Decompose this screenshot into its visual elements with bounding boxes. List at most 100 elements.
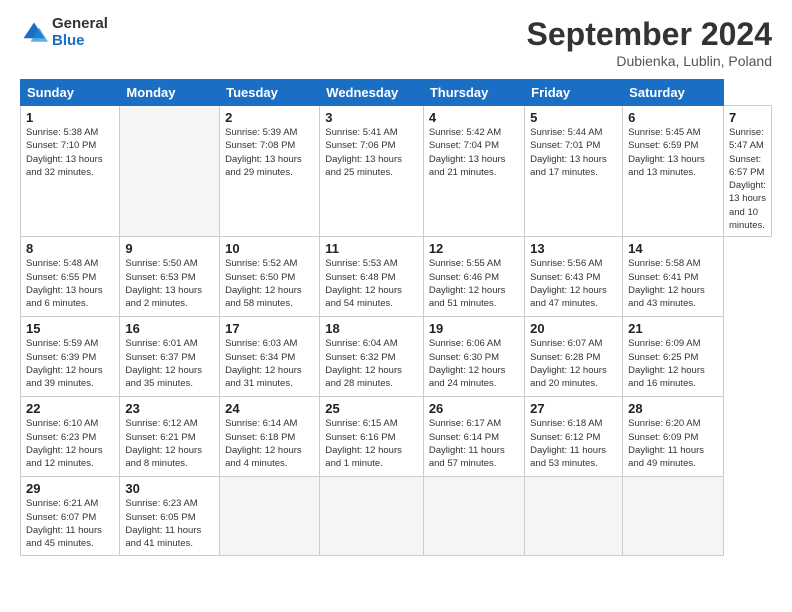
day-number: 2 [225, 110, 314, 125]
location: Dubienka, Lublin, Poland [527, 53, 772, 69]
col-saturday: Saturday [623, 80, 724, 106]
month-title: September 2024 [527, 16, 772, 53]
col-friday: Friday [525, 80, 623, 106]
day-info: Sunrise: 6:04 AM Sunset: 6:32 PM Dayligh… [325, 337, 418, 390]
day-info: Sunrise: 5:55 AM Sunset: 6:46 PM Dayligh… [429, 257, 519, 310]
day-number: 22 [26, 401, 114, 416]
day-number: 29 [26, 481, 114, 496]
day-number: 5 [530, 110, 617, 125]
table-row: 4 Sunrise: 5:42 AM Sunset: 7:04 PM Dayli… [423, 106, 524, 237]
table-row: 21 Sunrise: 6:09 AM Sunset: 6:25 PM Dayl… [623, 317, 724, 397]
logo-icon [20, 19, 48, 47]
day-number: 19 [429, 321, 519, 336]
table-row [220, 477, 320, 555]
day-info: Sunrise: 5:50 AM Sunset: 6:53 PM Dayligh… [125, 257, 214, 310]
table-row: 1Sunrise: 5:38 AMSunset: 7:10 PMDaylight… [21, 106, 120, 237]
calendar: Sunday Monday Tuesday Wednesday Thursday… [20, 79, 772, 556]
day-number: 3 [325, 110, 418, 125]
table-row [320, 477, 424, 555]
col-thursday: Thursday [423, 80, 524, 106]
header-row: Sunday Monday Tuesday Wednesday Thursday… [21, 80, 772, 106]
day-info: Sunrise: 5:41 AM Sunset: 7:06 PM Dayligh… [325, 126, 418, 179]
table-row: 17 Sunrise: 6:03 AM Sunset: 6:34 PM Dayl… [220, 317, 320, 397]
table-row: 2 Sunrise: 5:39 AM Sunset: 7:08 PM Dayli… [220, 106, 320, 237]
day-info: Sunrise: 5:39 AM Sunset: 7:08 PM Dayligh… [225, 126, 314, 179]
day-info: Sunrise: 5:56 AM Sunset: 6:43 PM Dayligh… [530, 257, 617, 310]
col-monday: Monday [120, 80, 220, 106]
day-number: 14 [628, 241, 718, 256]
day-info: Sunrise: 6:14 AM Sunset: 6:18 PM Dayligh… [225, 417, 314, 470]
day-info: Sunrise: 5:44 AM Sunset: 7:01 PM Dayligh… [530, 126, 617, 179]
logo-general: General [52, 16, 108, 33]
table-row: 25 Sunrise: 6:15 AM Sunset: 6:16 PM Dayl… [320, 397, 424, 477]
day-number: 24 [225, 401, 314, 416]
table-row: 10 Sunrise: 5:52 AM Sunset: 6:50 PM Dayl… [220, 237, 320, 317]
table-row: 16 Sunrise: 6:01 AM Sunset: 6:37 PM Dayl… [120, 317, 220, 397]
day-info: Sunrise: 6:10 AM Sunset: 6:23 PM Dayligh… [26, 417, 114, 470]
day-info: Sunrise: 6:20 AM Sunset: 6:09 PM Dayligh… [628, 417, 718, 470]
day-number: 13 [530, 241, 617, 256]
table-row [120, 106, 220, 237]
day-info: Sunrise: 5:52 AM Sunset: 6:50 PM Dayligh… [225, 257, 314, 310]
day-number: 21 [628, 321, 718, 336]
day-number: 9 [125, 241, 214, 256]
table-row: 11 Sunrise: 5:53 AM Sunset: 6:48 PM Dayl… [320, 237, 424, 317]
table-row: 22 Sunrise: 6:10 AM Sunset: 6:23 PM Dayl… [21, 397, 120, 477]
table-row: 13 Sunrise: 5:56 AM Sunset: 6:43 PM Dayl… [525, 237, 623, 317]
table-row [525, 477, 623, 555]
day-number: 27 [530, 401, 617, 416]
day-number: 6 [628, 110, 718, 125]
title-section: September 2024 Dubienka, Lublin, Poland [527, 16, 772, 69]
day-number: 26 [429, 401, 519, 416]
logo: General Blue [20, 16, 108, 49]
day-info: Sunrise: 5:59 AM Sunset: 6:39 PM Dayligh… [26, 337, 114, 390]
day-info: Sunrise: 6:12 AM Sunset: 6:21 PM Dayligh… [125, 417, 214, 470]
table-row: 23 Sunrise: 6:12 AM Sunset: 6:21 PM Dayl… [120, 397, 220, 477]
day-info: Sunrise: 6:09 AM Sunset: 6:25 PM Dayligh… [628, 337, 718, 390]
table-row: 27 Sunrise: 6:18 AM Sunset: 6:12 PM Dayl… [525, 397, 623, 477]
day-info: Sunrise: 6:21 AM Sunset: 6:07 PM Dayligh… [26, 497, 114, 550]
day-number: 30 [125, 481, 214, 496]
logo-text: General Blue [52, 16, 108, 49]
day-number: 8 [26, 241, 114, 256]
page: General Blue September 2024 Dubienka, Lu… [0, 0, 792, 612]
table-row: 6 Sunrise: 5:45 AM Sunset: 6:59 PM Dayli… [623, 106, 724, 237]
day-info: Sunrise: 6:06 AM Sunset: 6:30 PM Dayligh… [429, 337, 519, 390]
table-row: 28 Sunrise: 6:20 AM Sunset: 6:09 PM Dayl… [623, 397, 724, 477]
day-info: Sunrise: 5:47 AM Sunset: 6:57 PM Dayligh… [729, 126, 766, 232]
day-number: 23 [125, 401, 214, 416]
day-info: Sunrise: 6:15 AM Sunset: 6:16 PM Dayligh… [325, 417, 418, 470]
table-row: 3 Sunrise: 5:41 AM Sunset: 7:06 PM Dayli… [320, 106, 424, 237]
table-row [423, 477, 524, 555]
table-row: 5 Sunrise: 5:44 AM Sunset: 7:01 PM Dayli… [525, 106, 623, 237]
day-number: 20 [530, 321, 617, 336]
table-row: 9 Sunrise: 5:50 AM Sunset: 6:53 PM Dayli… [120, 237, 220, 317]
day-number: 15 [26, 321, 114, 336]
table-row: 29 Sunrise: 6:21 AM Sunset: 6:07 PM Dayl… [21, 477, 120, 555]
day-number: 16 [125, 321, 214, 336]
day-number: 10 [225, 241, 314, 256]
day-number: 12 [429, 241, 519, 256]
table-row: 14 Sunrise: 5:58 AM Sunset: 6:41 PM Dayl… [623, 237, 724, 317]
day-info: Sunrise: 5:42 AM Sunset: 7:04 PM Dayligh… [429, 126, 519, 179]
day-info: Sunrise: 6:17 AM Sunset: 6:14 PM Dayligh… [429, 417, 519, 470]
table-row: 18 Sunrise: 6:04 AM Sunset: 6:32 PM Dayl… [320, 317, 424, 397]
day-number: 11 [325, 241, 418, 256]
col-wednesday: Wednesday [320, 80, 424, 106]
day-number: 17 [225, 321, 314, 336]
table-row: 19 Sunrise: 6:06 AM Sunset: 6:30 PM Dayl… [423, 317, 524, 397]
header: General Blue September 2024 Dubienka, Lu… [20, 16, 772, 69]
table-row [623, 477, 724, 555]
day-info: Sunrise: 5:48 AM Sunset: 6:55 PM Dayligh… [26, 257, 114, 310]
logo-blue: Blue [52, 33, 108, 50]
day-info: Sunrise: 5:58 AM Sunset: 6:41 PM Dayligh… [628, 257, 718, 310]
col-sunday: Sunday [21, 80, 120, 106]
day-number: 25 [325, 401, 418, 416]
day-info: Sunrise: 6:01 AM Sunset: 6:37 PM Dayligh… [125, 337, 214, 390]
day-number: 18 [325, 321, 418, 336]
table-row: 26 Sunrise: 6:17 AM Sunset: 6:14 PM Dayl… [423, 397, 524, 477]
table-row: 8 Sunrise: 5:48 AM Sunset: 6:55 PM Dayli… [21, 237, 120, 317]
table-row: 24 Sunrise: 6:14 AM Sunset: 6:18 PM Dayl… [220, 397, 320, 477]
day-info: Sunrise: 6:23 AM Sunset: 6:05 PM Dayligh… [125, 497, 214, 550]
day-number: 28 [628, 401, 718, 416]
